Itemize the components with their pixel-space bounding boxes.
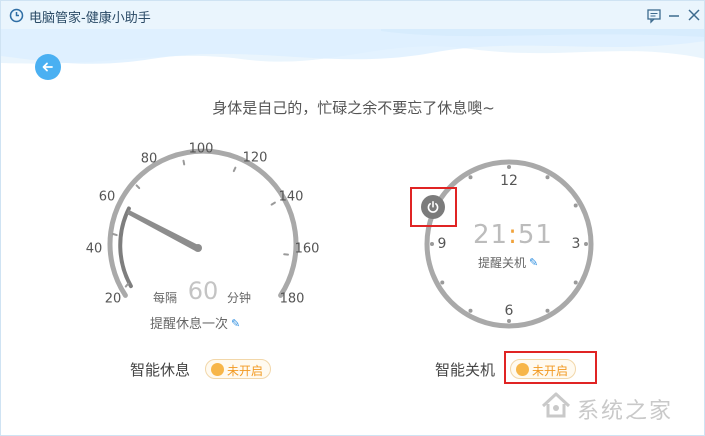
title-bar: 电脑管家-健康小助手 bbox=[1, 1, 704, 31]
watermark-text: 系统之家 bbox=[577, 399, 674, 424]
gauge-label-60: 60 bbox=[98, 189, 116, 205]
time-hour: 21 bbox=[473, 220, 509, 250]
highlight-box-power bbox=[410, 187, 457, 227]
toggle-knob bbox=[211, 363, 224, 376]
smart-rest-toggle[interactable]: 未开启 bbox=[205, 359, 271, 379]
close-icon[interactable] bbox=[685, 6, 703, 24]
rest-edit-link[interactable]: 提醒休息一次 ✎ bbox=[150, 313, 240, 332]
gauge-label-140: 140 bbox=[278, 189, 304, 205]
gauge-label-120: 120 bbox=[242, 150, 268, 166]
rest-interval: 每隔 60 分钟 bbox=[151, 277, 276, 307]
gauge-label-180: 180 bbox=[279, 291, 305, 307]
pencil-icon: ✎ bbox=[529, 256, 539, 269]
interval-prefix: 每隔 bbox=[153, 291, 178, 305]
window-title: 电脑管家-健康小助手 bbox=[29, 11, 151, 26]
time-separator: : bbox=[508, 220, 518, 250]
minimize-icon[interactable] bbox=[665, 6, 683, 24]
interval-value[interactable]: 60 bbox=[184, 277, 222, 305]
clock-number-6: 6 bbox=[504, 303, 514, 319]
feedback-icon[interactable] bbox=[645, 6, 663, 24]
clock-number-3: 3 bbox=[571, 236, 581, 252]
gauge-label-160: 160 bbox=[294, 241, 320, 257]
gauge-label-100: 100 bbox=[188, 141, 214, 157]
gauge-label-20: 20 bbox=[104, 291, 122, 307]
highlight-box-shutdown-toggle bbox=[504, 351, 597, 384]
watermark: 系统之家 bbox=[537, 388, 697, 424]
gauge-label-40: 40 bbox=[85, 241, 103, 257]
interval-unit: 分钟 bbox=[227, 291, 252, 305]
smart-rest-label: 智能休息 bbox=[130, 361, 191, 379]
clock-number-12: 12 bbox=[500, 173, 518, 189]
time-minute: 51 bbox=[517, 220, 553, 250]
house-logo-icon bbox=[541, 392, 571, 418]
arrow-left-icon bbox=[42, 62, 53, 72]
toggle-status: 未开启 bbox=[227, 364, 264, 378]
app-window: 电脑管家-健康小助手 身体是自己的，忙碌之余不要忘了休息噢~ 20 40 60 … bbox=[0, 0, 705, 436]
shutdown-edit-label: 提醒关机 bbox=[478, 256, 527, 270]
back-button[interactable] bbox=[35, 54, 61, 80]
smart-shutdown-label: 智能关机 bbox=[435, 361, 496, 379]
shutdown-edit-link[interactable]: 提醒关机 ✎ bbox=[478, 254, 538, 271]
rest-edit-label: 提醒休息一次 bbox=[150, 317, 229, 332]
shutdown-time[interactable]: 21:51 bbox=[473, 220, 552, 250]
pencil-icon: ✎ bbox=[231, 317, 241, 330]
clock-icon bbox=[9, 8, 24, 23]
slogan-text: 身体是自己的，忙碌之余不要忘了休息噢~ bbox=[212, 99, 495, 117]
shutdown-clock bbox=[424, 159, 594, 329]
gauge-label-80: 80 bbox=[140, 151, 158, 167]
clock-number-9: 9 bbox=[437, 236, 447, 252]
